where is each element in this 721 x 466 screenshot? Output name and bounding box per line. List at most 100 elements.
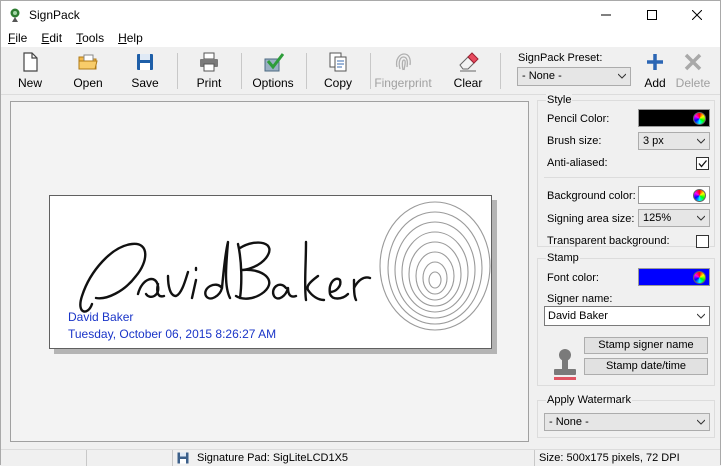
chevron-down-icon (697, 215, 705, 221)
menu-file[interactable]: File (1, 29, 34, 47)
menu-help-key: H (118, 31, 127, 45)
save-disk-icon (177, 452, 189, 464)
copy-label: Copy (323, 76, 352, 90)
stamp-signer-name-button[interactable]: Stamp signer name (584, 337, 708, 354)
maximize-button[interactable] (629, 1, 675, 29)
menu-edit[interactable]: Edit (34, 29, 69, 47)
watermark-select-value: - None - (549, 416, 589, 428)
status-segment-empty (87, 450, 173, 466)
close-icon (692, 10, 702, 20)
delete-x-icon (684, 53, 702, 71)
menu-edit-rest: dit (49, 31, 63, 45)
fingerprint-icon (395, 53, 411, 71)
menu-tools[interactable]: Tools (69, 29, 111, 47)
transparent-background-checkbox[interactable] (696, 235, 709, 248)
preset-select-value: - None - (522, 70, 562, 82)
fingerprint-button[interactable]: Fingerprint (374, 51, 432, 93)
app-window: SignPack File Edit Tools Help New Open S… (0, 0, 721, 466)
maximize-icon (647, 10, 657, 20)
menu-bar: File Edit Tools Help (1, 29, 720, 47)
watermark-select[interactable]: - None - (544, 413, 710, 431)
signature-pad[interactable]: David Baker Tuesday, October 06, 2015 8:… (49, 195, 492, 349)
preset-select[interactable]: - None - (517, 67, 631, 86)
signing-area-size-label: Signing area size: (547, 213, 635, 225)
preset-label: SignPack Preset: (518, 52, 603, 64)
save-label: Save (131, 76, 159, 90)
title-bar: SignPack (1, 1, 720, 29)
signer-name-value: David Baker (548, 310, 608, 322)
style-group-title: Style (546, 94, 573, 106)
toolbar-separator (370, 53, 371, 89)
clear-label: Clear (453, 76, 483, 90)
anti-aliased-label: Anti-aliased: (547, 157, 608, 169)
delete-label: Delete (675, 76, 711, 90)
chevron-down-icon (618, 73, 626, 79)
checkmark-icon (698, 160, 707, 168)
style-divider (544, 177, 710, 178)
signer-name-combo[interactable]: David Baker (544, 306, 710, 326)
menu-help-rest: elp (126, 31, 143, 45)
font-color-swatch[interactable] (638, 268, 710, 286)
brush-size-select[interactable]: 3 px (638, 132, 710, 150)
menu-file-rest: ile (15, 31, 28, 45)
pencil-color-swatch[interactable] (638, 109, 710, 127)
chevron-down-icon (697, 313, 705, 319)
close-button[interactable] (674, 1, 720, 29)
color-wheel-icon[interactable] (693, 271, 706, 284)
anti-aliased-checkbox[interactable] (696, 157, 709, 170)
new-label: New (17, 76, 42, 90)
toolbar-separator (177, 53, 178, 89)
minimize-button[interactable] (583, 1, 629, 29)
open-button[interactable]: Open (65, 51, 111, 93)
fingerprint-label: Fingerprint (374, 76, 432, 90)
color-wheel-icon[interactable] (693, 189, 706, 202)
watermark-group: Apply Watermark - None - (537, 394, 715, 438)
signing-area-size-value: 125% (643, 212, 672, 224)
brush-size-value: 3 px (643, 135, 664, 147)
save-button[interactable]: Save (122, 51, 168, 93)
status-segment-empty (1, 450, 87, 466)
window-title: SignPack (29, 8, 80, 22)
plus-icon (647, 54, 663, 70)
new-document-icon (23, 52, 38, 72)
copy-button[interactable]: Copy (315, 51, 361, 93)
toolbar-separator (500, 53, 501, 89)
eraser-icon (459, 52, 479, 72)
copy-icon (329, 52, 347, 72)
menu-help[interactable]: Help (111, 29, 150, 47)
signing-area-size-select[interactable]: 125% (638, 209, 710, 227)
fingerprint-image (379, 201, 491, 331)
save-disk-icon (137, 54, 153, 70)
options-checklist-icon (264, 53, 284, 72)
toolbar: New Open Save Print Options Copy Fingerp… (1, 47, 720, 95)
options-button[interactable]: Options (250, 51, 296, 93)
print-button[interactable]: Print (186, 51, 232, 93)
menu-tools-rest: ools (82, 31, 105, 45)
delete-preset-button[interactable]: Delete (673, 51, 713, 93)
add-label: Add (644, 76, 666, 90)
stamp-group: Stamp Font color: Signer name: David Bak… (537, 252, 715, 386)
chevron-down-icon (697, 419, 705, 425)
transparent-background-label: Transparent background: (547, 235, 670, 247)
print-label: Print (196, 76, 222, 90)
style-group: Style Pencil Color: Brush size: 3 px Ant… (537, 94, 715, 248)
background-color-swatch[interactable] (638, 186, 710, 204)
stamp-date-time-button[interactable]: Stamp date/time (584, 358, 708, 375)
pencil-color-label: Pencil Color: (547, 113, 610, 125)
stamp-group-title: Stamp (546, 252, 580, 264)
app-logo-icon (10, 8, 20, 22)
properties-panel: Style Pencil Color: Brush size: 3 px Ant… (537, 94, 719, 442)
handwritten-signature (79, 240, 372, 313)
font-color-label: Font color: (547, 272, 599, 284)
open-label: Open (73, 76, 103, 90)
new-button[interactable]: New (7, 51, 53, 93)
size-status: Size: 500x175 pixels, 72 DPI (539, 452, 680, 464)
clear-button[interactable]: Clear (445, 51, 491, 93)
rubber-stamp-icon (554, 349, 576, 380)
background-color-label: Background color: (547, 190, 636, 202)
options-label: Options (252, 76, 294, 90)
add-preset-button[interactable]: Add (637, 51, 673, 93)
chevron-down-icon (697, 138, 705, 144)
stamp-date-text: Tuesday, October 06, 2015 8:26:27 AM (68, 327, 277, 341)
color-wheel-icon[interactable] (693, 112, 706, 125)
